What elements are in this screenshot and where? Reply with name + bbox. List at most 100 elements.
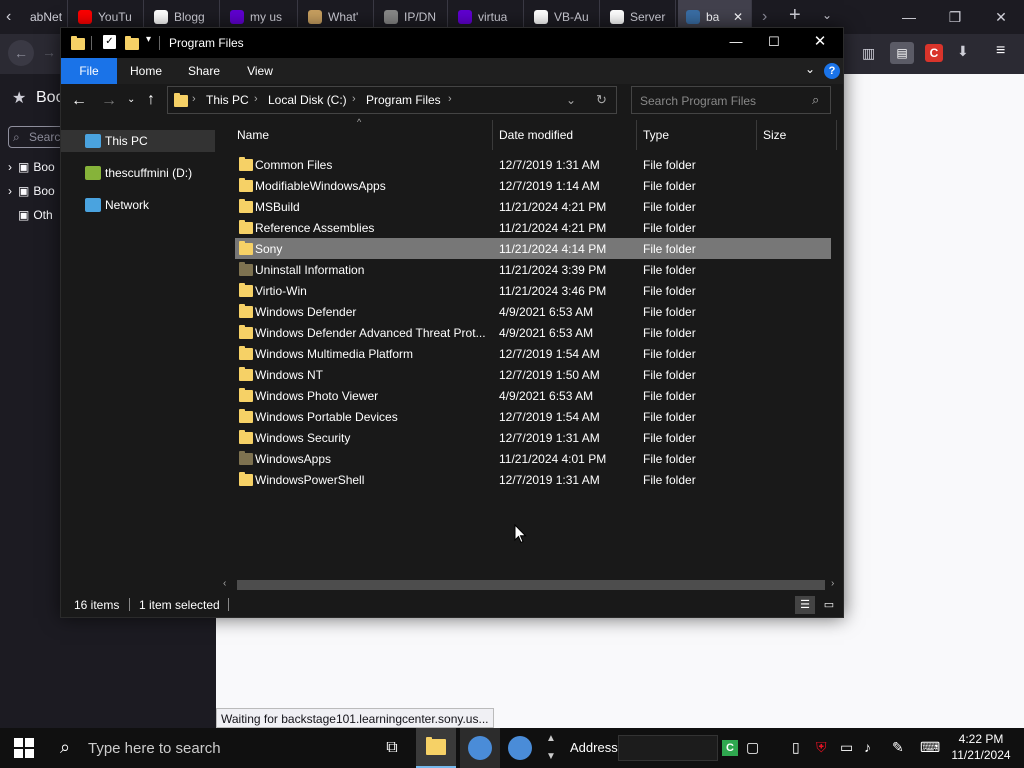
properties-check-icon[interactable]: ✓	[103, 35, 116, 49]
file-name: Windows Multimedia Platform	[255, 346, 414, 361]
file-row[interactable]: ModifiableWindowsApps 12/7/2019 1:14 AM Fi…	[235, 175, 831, 196]
breadcrumb-this-pc[interactable]: This PC	[206, 93, 249, 107]
file-type: File folder	[643, 157, 696, 172]
browser-tab-label: Server	[630, 10, 666, 24]
refresh-icon[interactable]: ↻	[596, 92, 607, 108]
file-row[interactable]: Windows Portable Devices 12/7/2019 1:54 A…	[235, 406, 831, 427]
scrollbar-thumb[interactable]	[237, 580, 825, 590]
taskbar-search-box[interactable]: ⌕ Type here to search	[48, 728, 360, 768]
column-date-modified[interactable]: Date modified	[493, 120, 637, 150]
forward-arrow-icon[interactable]: →	[101, 92, 117, 110]
details-view-icon[interactable]: ☰	[795, 596, 815, 614]
nav-item[interactable]: Network	[61, 194, 215, 216]
sidebar-search-input[interactable]: ⌕ Search	[8, 126, 68, 148]
column-name[interactable]: Name	[231, 120, 493, 150]
forward-icon[interactable]: →	[42, 44, 56, 60]
search-magnifier-icon[interactable]: ⌕	[812, 92, 819, 108]
column-type[interactable]: Type	[637, 120, 757, 150]
start-button[interactable]	[0, 728, 48, 768]
sidebar-bookmark-folder[interactable]: ▣ Oth	[8, 208, 53, 228]
address-dropdown-icon[interactable]: ⌄	[566, 93, 576, 107]
scroll-right-icon[interactable]: ›	[831, 578, 834, 589]
browser-close-button[interactable]: ✕	[978, 0, 1024, 34]
browser-minimize-button[interactable]: —	[886, 0, 932, 34]
tray-security-icon[interactable]: ⛨	[816, 739, 827, 756]
address-bar[interactable]: › This PC › Local Disk (C:) › Program Fi…	[167, 86, 617, 114]
file-row[interactable]: Common Files 12/7/2019 1:31 AM File folder	[235, 154, 831, 175]
file-type: File folder	[643, 241, 696, 256]
file-row[interactable]: Windows Photo Viewer 4/9/2021 6:53 AM File…	[235, 385, 831, 406]
explorer-title-bar[interactable]: ✓ ▾ Program Files — ☐ ✕	[61, 28, 843, 58]
file-explorer-taskbar-icon[interactable]	[416, 728, 456, 768]
file-row[interactable]: MSBuild 11/21/2024 4:21 PM File folder	[235, 196, 831, 217]
taskbar-scroll-icon[interactable]: ▲ ▼	[544, 730, 558, 766]
nav-item[interactable]: thescuffmini (D:)	[61, 162, 215, 184]
new-tab-icon[interactable]: +	[789, 4, 801, 27]
task-view-icon[interactable]: ⧉	[372, 728, 412, 768]
address-toolbar-input[interactable]	[618, 735, 718, 761]
clock[interactable]: 4:22 PM 11/21/2024	[946, 731, 1016, 763]
explorer-close-button[interactable]: ✕	[797, 28, 843, 58]
file-row[interactable]: Sony 11/21/2024 4:14 PM File folder	[235, 238, 831, 259]
file-row[interactable]: Windows Defender Advanced Threat Prot...…	[235, 322, 831, 343]
extension-c-icon[interactable]: C	[925, 44, 943, 62]
list-all-tabs-icon[interactable]: ⌄	[822, 8, 832, 22]
large-icons-view-icon[interactable]: ▭	[819, 596, 839, 614]
file-row[interactable]: Windows Defender 4/9/2021 6:53 AM File fol…	[235, 301, 831, 322]
tray-green-app-icon[interactable]: C	[722, 740, 738, 756]
recent-locations-icon[interactable]: ⌄	[127, 94, 135, 105]
file-name: WindowsPowerShell	[255, 472, 365, 487]
nav-item-label: This PC	[105, 134, 148, 148]
close-tab-icon[interactable]: ✕	[733, 10, 743, 24]
horizontal-scrollbar[interactable]: ‹ ›	[217, 576, 843, 594]
explorer-maximize-button[interactable]: ☐	[751, 28, 797, 58]
file-row[interactable]: Virtio-Win 11/21/2024 3:46 PM File folder	[235, 280, 831, 301]
tray-keyboard-icon[interactable]: ⌨	[920, 739, 940, 756]
search-box[interactable]: Search Program Files ⌕	[631, 86, 831, 114]
ribbon-expand-icon[interactable]: ⌄	[805, 62, 815, 76]
item-count: 16 items	[74, 598, 120, 612]
file-row[interactable]: Reference Assemblies 11/21/2024 4:21 PM Fi…	[235, 217, 831, 238]
ribbon-tab-file[interactable]: File	[61, 58, 117, 84]
sidebar-bookmark-folder[interactable]: › ▣ Boo	[8, 184, 55, 204]
column-size[interactable]: Size	[757, 120, 837, 150]
library-icon[interactable]: ▥	[862, 45, 875, 62]
help-icon[interactable]: ?	[824, 63, 840, 79]
tab-scroll-right-icon[interactable]: ›	[762, 8, 767, 26]
file-row[interactable]: WindowsPowerShell 12/7/2019 1:31 AM File f…	[235, 469, 831, 490]
file-row[interactable]: Windows NT 12/7/2019 1:50 AM File folder	[235, 364, 831, 385]
breadcrumb-local-disk[interactable]: Local Disk (C:)	[268, 93, 347, 107]
scroll-left-icon[interactable]: ‹	[223, 578, 226, 589]
expand-arrow-icon[interactable]: ›	[8, 184, 12, 198]
tray-window-icon[interactable]: ▢	[746, 739, 759, 756]
ribbon-tab-home[interactable]: Home	[123, 58, 169, 84]
sidebar-bookmark-folder[interactable]: › ▣ Boo	[8, 160, 55, 180]
app-taskbar-icon[interactable]	[460, 728, 500, 768]
ribbon-tab-share[interactable]: Share	[181, 58, 227, 84]
file-date-modified: 12/7/2019 1:31 AM	[499, 472, 600, 487]
expand-arrow-icon[interactable]: ›	[8, 160, 12, 174]
browser-restore-button[interactable]: ❐	[932, 0, 978, 34]
file-row[interactable]: Windows Security 12/7/2019 1:31 AM File fo…	[235, 427, 831, 448]
ribbon-tab-view[interactable]: View	[237, 58, 283, 84]
back-icon[interactable]: ←	[8, 40, 34, 66]
tray-volume-muted-icon[interactable]: ♪	[864, 739, 871, 755]
breadcrumb-program-files[interactable]: Program Files	[366, 93, 441, 107]
extension-download-icon[interactable]: ⬇	[957, 43, 969, 60]
new-folder-icon[interactable]	[125, 36, 139, 50]
nav-item[interactable]: This PC	[61, 130, 215, 152]
browser-tab-label: ba	[706, 10, 720, 24]
tray-usb-icon[interactable]: ▯	[792, 739, 800, 756]
file-row[interactable]: Uninstall Information 11/21/2024 3:39 PM F…	[235, 259, 831, 280]
file-row[interactable]: WindowsApps 11/21/2024 4:01 PM File folder	[235, 448, 831, 469]
app-taskbar-icon-2[interactable]	[500, 728, 540, 768]
tray-pen-icon[interactable]: ✎	[892, 739, 904, 756]
app-menu-icon[interactable]: ≡	[996, 42, 1005, 60]
back-arrow-icon[interactable]: ←	[71, 92, 87, 110]
tab-scroll-left-icon[interactable]: ‹	[6, 8, 11, 26]
tray-network-icon[interactable]: ▭	[840, 739, 853, 756]
up-arrow-icon[interactable]: ↑	[147, 91, 155, 109]
reader-view-icon[interactable]: ▤	[890, 42, 914, 64]
file-row[interactable]: Windows Multimedia Platform 12/7/2019 1:5…	[235, 343, 831, 364]
qat-dropdown-icon[interactable]: ▾	[146, 34, 151, 45]
